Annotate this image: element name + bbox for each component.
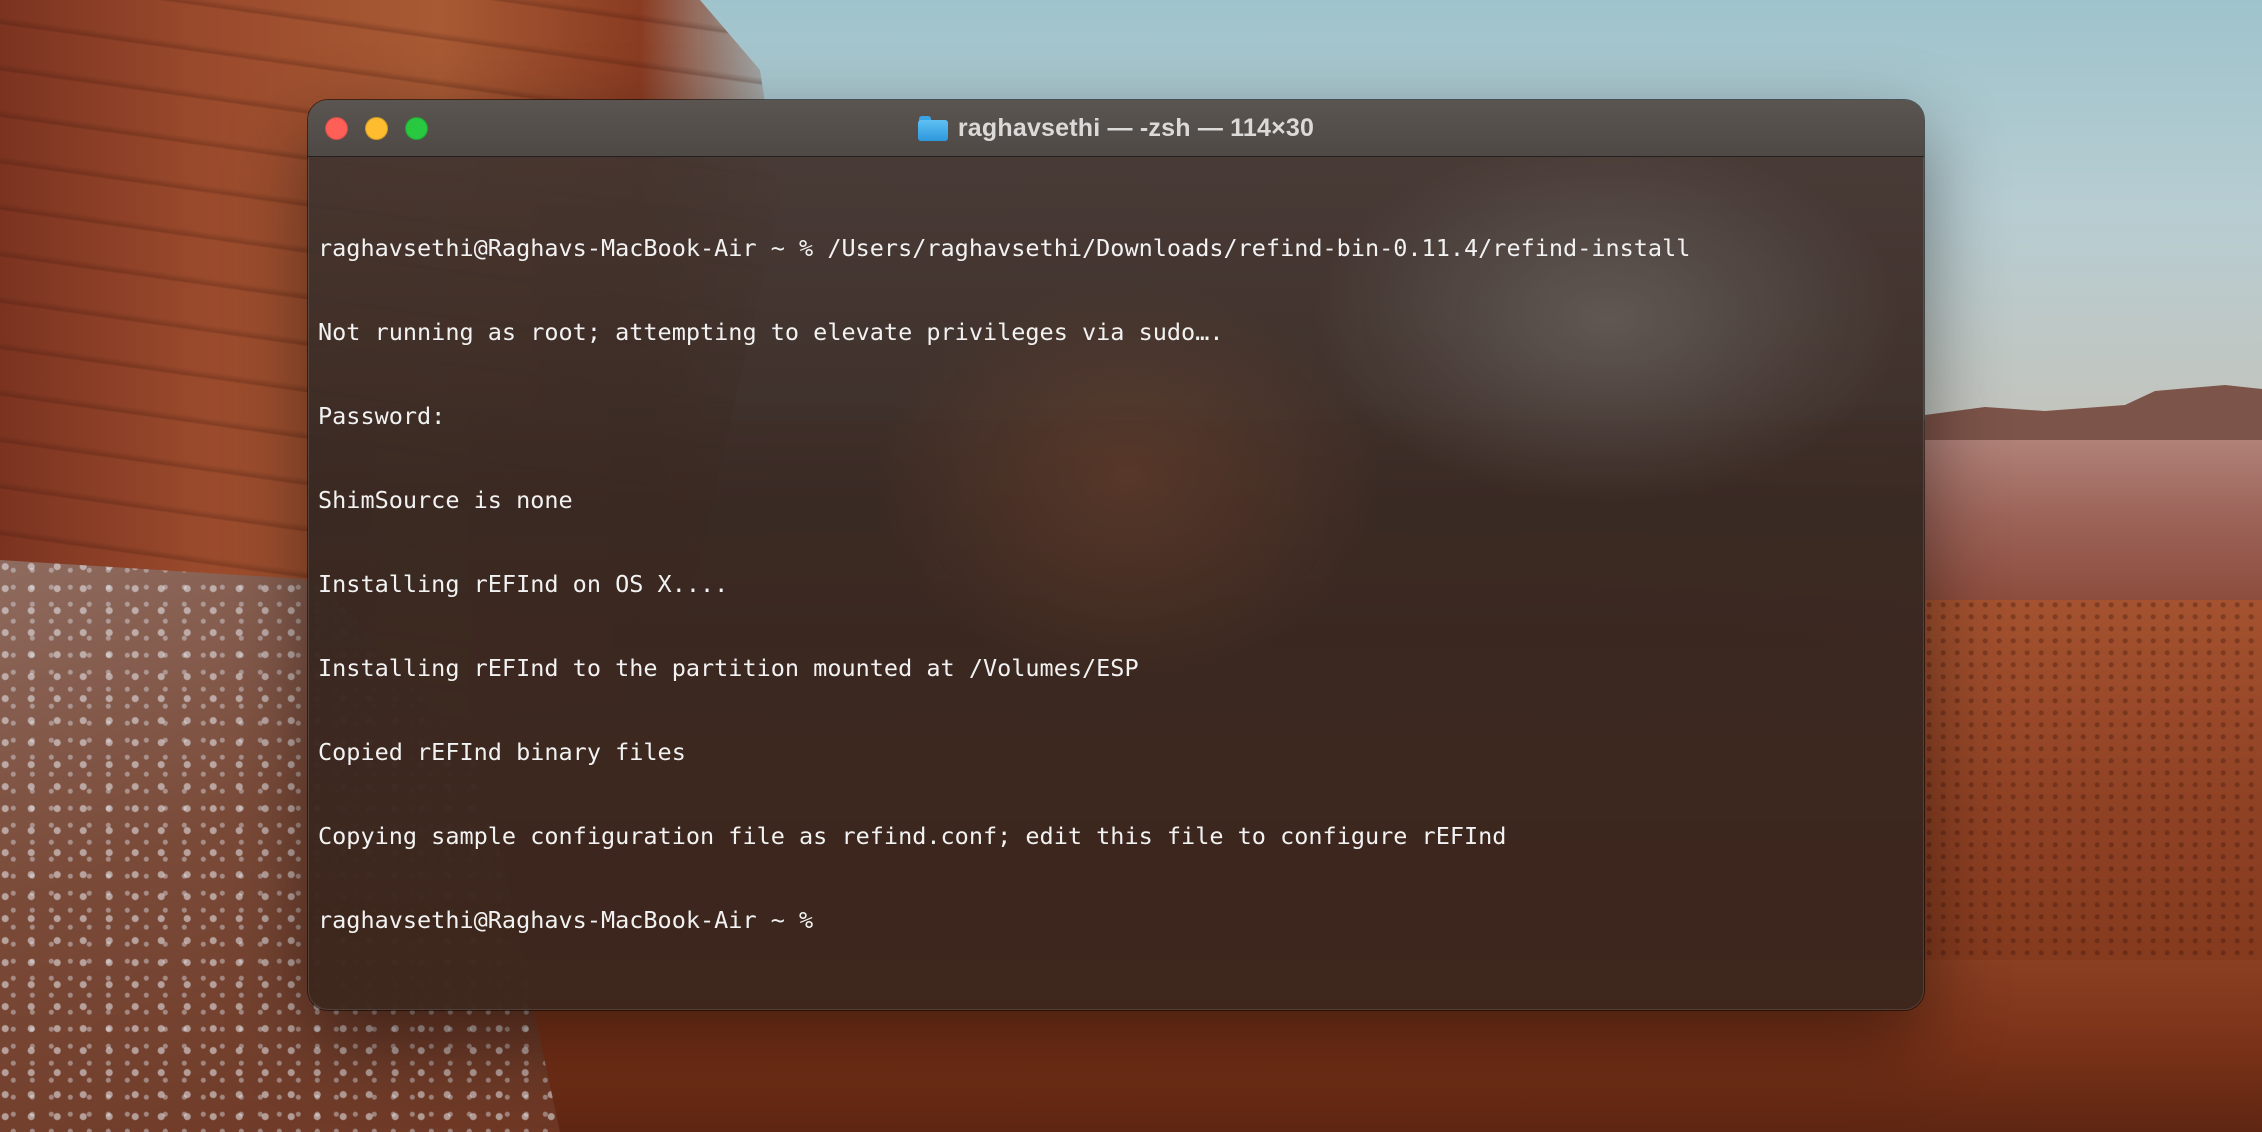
terminal-line: Installing rEFInd on OS X.... xyxy=(318,570,729,598)
wallpaper-plain xyxy=(1925,440,2262,610)
terminal-line: Installing rEFInd to the partition mount… xyxy=(318,654,1139,682)
title-bar[interactable]: raghavsethi — -zsh — 114×30 xyxy=(308,100,1924,157)
window-title-group: raghavsethi — -zsh — 114×30 xyxy=(308,100,1924,156)
terminal-line: raghavsethi@Raghavs-MacBook-Air ~ % /Use… xyxy=(318,234,1691,262)
terminal-line: ShimSource is none xyxy=(318,486,573,514)
terminal-window[interactable]: raghavsethi — -zsh — 114×30 raghavsethi@… xyxy=(308,100,1924,1010)
terminal-line: Password: xyxy=(318,402,446,430)
window-title: raghavsethi — -zsh — 114×30 xyxy=(957,113,1315,142)
terminal-line: Not running as root; attempting to eleva… xyxy=(318,318,1224,346)
folder-icon xyxy=(917,115,948,141)
terminal-line: Copying sample configuration file as ref… xyxy=(318,822,1507,850)
terminal-line: Copied rEFInd binary files xyxy=(318,738,686,766)
terminal-prompt: raghavsethi@Raghavs-MacBook-Air ~ % xyxy=(318,906,814,934)
terminal-output[interactable]: raghavsethi@Raghavs-MacBook-Air ~ % /Use… xyxy=(318,178,1914,1000)
